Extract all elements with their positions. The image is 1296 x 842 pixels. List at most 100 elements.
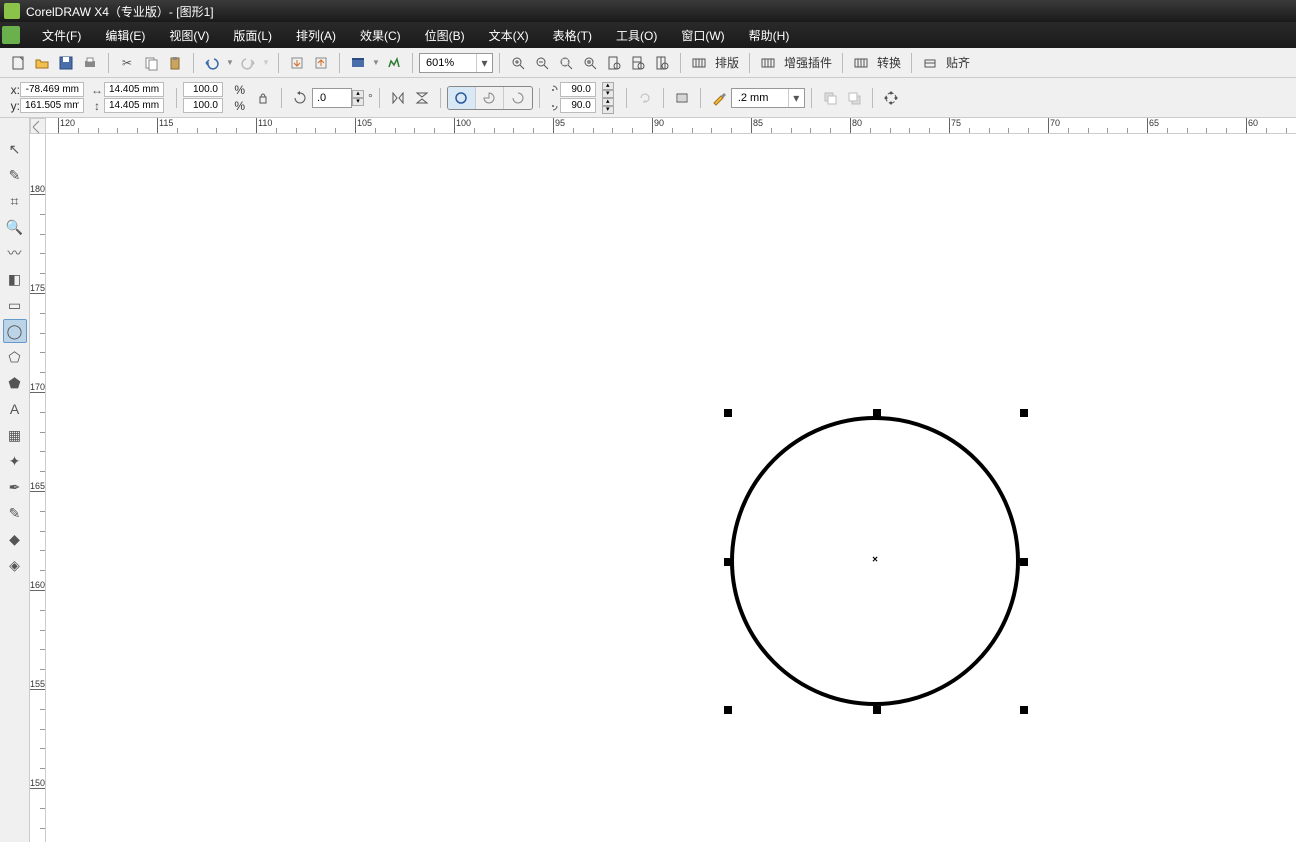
to-back-button[interactable] <box>842 86 866 110</box>
zoom-all-button[interactable] <box>578 51 602 75</box>
zoom-in-button[interactable] <box>506 51 530 75</box>
x-input[interactable] <box>20 82 84 97</box>
ruler-origin[interactable] <box>30 118 46 134</box>
copy-button[interactable] <box>139 51 163 75</box>
convert-label[interactable]: 转换 <box>877 54 901 71</box>
arc-direction-button[interactable] <box>633 86 657 110</box>
menu-item-9[interactable]: 工具(O) <box>604 23 669 48</box>
wrap-text-button[interactable] <box>670 86 694 110</box>
print-button[interactable] <box>78 51 102 75</box>
selection-handle[interactable] <box>873 409 881 417</box>
selection-handle[interactable] <box>1020 558 1028 566</box>
eyedropper-tool-icon[interactable]: ✒ <box>3 475 27 499</box>
selection-handle[interactable] <box>873 706 881 714</box>
snap-button-2[interactable] <box>756 51 780 75</box>
zoom-page-button[interactable] <box>602 51 626 75</box>
text-tool-icon[interactable]: A <box>3 397 27 421</box>
zoom-height-button[interactable] <box>650 51 674 75</box>
cut-button[interactable]: ✂ <box>115 51 139 75</box>
undo-dropdown[interactable]: ▼ <box>224 51 236 75</box>
scale-y-input[interactable] <box>183 98 223 113</box>
y-input[interactable] <box>20 98 84 113</box>
snap-button-3[interactable] <box>849 51 873 75</box>
zoom-out-button[interactable] <box>530 51 554 75</box>
snap-button-1[interactable] <box>687 51 711 75</box>
arc-start-input[interactable] <box>560 82 596 97</box>
menu-item-7[interactable]: 文本(X) <box>477 23 541 48</box>
ellipse-arc-button[interactable] <box>504 87 532 109</box>
rotation-input[interactable] <box>312 88 352 108</box>
width-input[interactable] <box>104 82 164 97</box>
table-tool-icon[interactable]: ▦ <box>3 423 27 447</box>
welcome-button[interactable] <box>382 51 406 75</box>
menu-item-11[interactable]: 帮助(H) <box>737 23 802 48</box>
menu-item-5[interactable]: 效果(C) <box>348 23 413 48</box>
height-input[interactable] <box>104 98 164 113</box>
snap-button-4[interactable] <box>918 51 942 75</box>
outline-width-dropdown[interactable]: ▾ <box>731 88 805 108</box>
outline-width-input[interactable] <box>732 92 788 104</box>
rectangle-tool-icon[interactable]: ▭ <box>3 293 27 317</box>
menu-item-2[interactable]: 视图(V) <box>157 23 221 48</box>
selection-handle[interactable] <box>724 558 732 566</box>
import-button[interactable] <box>285 51 309 75</box>
zoom-dropdown[interactable]: ▾ <box>419 53 493 73</box>
app-launcher-button[interactable] <box>346 51 370 75</box>
arc-spinner[interactable]: ▴▾ ▴▾ <box>602 82 614 114</box>
menu-item-10[interactable]: 窗口(W) <box>669 23 736 48</box>
vertical-ruler[interactable]: 180175170165160155150 <box>30 134 46 842</box>
chevron-down-icon[interactable]: ▾ <box>476 54 492 72</box>
horizontal-ruler[interactable]: 1201151101051009590858075706560 <box>30 118 1296 134</box>
new-button[interactable] <box>6 51 30 75</box>
menu-item-0[interactable]: 文件(F) <box>30 23 93 48</box>
rotation-spinner[interactable]: ▴▾ <box>352 90 364 106</box>
menu-item-4[interactable]: 排列(A) <box>284 23 348 48</box>
layout-label[interactable]: 排版 <box>715 54 739 71</box>
selection-handle[interactable] <box>1020 409 1028 417</box>
fill-tool-icon[interactable]: ◆ <box>3 527 27 551</box>
mirror-v-button[interactable] <box>410 86 434 110</box>
pick-tool-icon[interactable]: ↖ <box>3 137 27 161</box>
crop-tool-icon[interactable]: ⌗ <box>3 189 27 213</box>
export-button[interactable] <box>309 51 333 75</box>
basic-shapes-icon[interactable]: ⬟ <box>3 371 27 395</box>
save-button[interactable] <box>54 51 78 75</box>
paste-button[interactable] <box>163 51 187 75</box>
zoom-input[interactable] <box>420 57 476 69</box>
lock-ratio-button[interactable] <box>251 86 275 110</box>
convert-curves-button[interactable] <box>879 86 903 110</box>
ellipse-full-button[interactable] <box>448 87 476 109</box>
to-front-button[interactable] <box>818 86 842 110</box>
plugins-label[interactable]: 增强插件 <box>784 54 832 71</box>
mirror-h-button[interactable] <box>386 86 410 110</box>
undo-button[interactable] <box>200 51 224 75</box>
canvas[interactable]: × <box>46 134 1296 842</box>
ellipse-tool-icon[interactable]: ◯ <box>3 319 27 343</box>
redo-dropdown[interactable]: ▼ <box>260 51 272 75</box>
menu-item-6[interactable]: 位图(B) <box>413 23 477 48</box>
align-label[interactable]: 贴齐 <box>946 54 970 71</box>
shape-tool-icon[interactable]: ✎ <box>3 163 27 187</box>
menu-item-1[interactable]: 编辑(E) <box>93 23 157 48</box>
scale-x-input[interactable] <box>183 82 223 97</box>
selection-handle[interactable] <box>724 706 732 714</box>
menu-item-8[interactable]: 表格(T) <box>541 23 604 48</box>
app-launcher-dropdown[interactable]: ▼ <box>370 51 382 75</box>
redo-button[interactable] <box>236 51 260 75</box>
interactive-fill-icon[interactable]: ◈ <box>3 553 27 577</box>
selection-handle[interactable] <box>1020 706 1028 714</box>
polygon-tool-icon[interactable]: ⬠ <box>3 345 27 369</box>
zoom-tool-icon[interactable]: 🔍 <box>3 215 27 239</box>
selection-handle[interactable] <box>724 409 732 417</box>
chevron-down-icon[interactable]: ▾ <box>788 89 804 107</box>
interactive-tool-icon[interactable]: ✦ <box>3 449 27 473</box>
zoom-width-button[interactable] <box>626 51 650 75</box>
arc-end-input[interactable] <box>560 98 596 113</box>
ellipse-pie-button[interactable] <box>476 87 504 109</box>
zoom-selection-button[interactable] <box>554 51 578 75</box>
selection-center[interactable]: × <box>872 555 878 566</box>
freehand-tool-icon[interactable]: 〰 <box>3 241 27 265</box>
smart-fill-icon[interactable]: ◧ <box>3 267 27 291</box>
outline-tool-icon[interactable]: ✎ <box>3 501 27 525</box>
open-button[interactable] <box>30 51 54 75</box>
